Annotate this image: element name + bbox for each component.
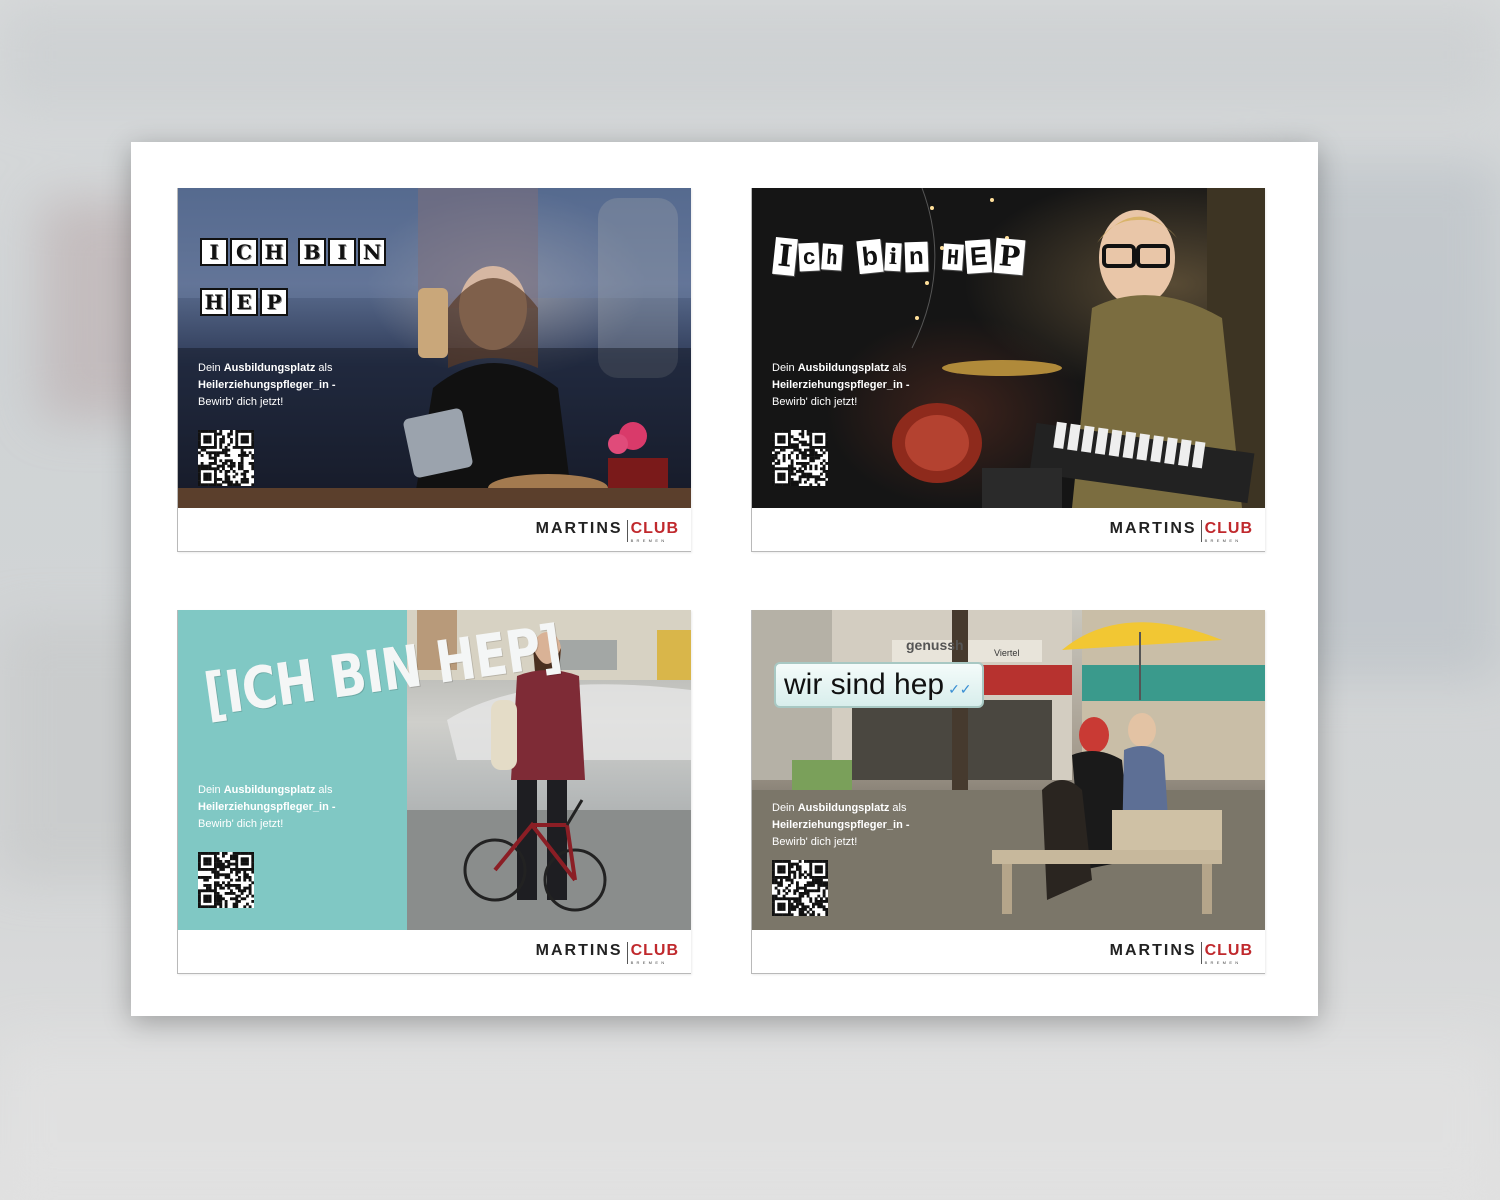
- tagline: Dein Ausbildungsplatz als Heilerziehungs…: [198, 782, 428, 833]
- tagline-part-a: Dein: [772, 362, 798, 374]
- tagline-part-c: als: [315, 784, 333, 796]
- tagline-line-3: Bewirb' dich jetzt!: [198, 396, 284, 408]
- music-stage-photo: I c h b i n H E P Dein Ausbildungsplatz …: [752, 188, 1265, 508]
- headline: wir sind hep: [784, 668, 945, 701]
- street-scene-illustration: [752, 610, 1265, 930]
- tagline-line-2: Heilerziehungspfleger_in -: [198, 801, 336, 813]
- card-footer: MARTINS CLUB BREMEN: [752, 508, 1265, 551]
- logo-club: CLUB: [1204, 520, 1253, 537]
- umbrella-street-photo: genussh Viertel wir sind hep ✓✓ Dein Ausb…: [752, 610, 1265, 930]
- card-footer: MARTINS CLUB BREMEN: [178, 930, 691, 973]
- headline-sticker-line-2: HEP: [200, 288, 288, 316]
- tagline-part-c: als: [889, 362, 907, 374]
- logo-divider: [626, 942, 628, 964]
- bicycle-street-photo: [ICH BIN HEP] Dein Ausbildungsplatz als …: [178, 610, 691, 930]
- poster-sheet: ICH BIN HEP Dein Ausbildungsplatz als He…: [131, 142, 1318, 1016]
- qr-code[interactable]: [772, 860, 828, 916]
- ad-card-bicycle: [ICH BIN HEP] Dein Ausbildungsplatz als …: [177, 610, 691, 974]
- qr-code[interactable]: [198, 430, 254, 486]
- headline-sticker-line-1: ICH BIN: [200, 238, 386, 266]
- ad-card-cafe: ICH BIN HEP Dein Ausbildungsplatz als He…: [177, 188, 691, 552]
- logo-martins: MARTINS: [535, 520, 623, 537]
- tagline-part-a: Dein: [772, 802, 798, 814]
- card-footer: MARTINS CLUB BREMEN: [178, 508, 691, 551]
- logo-club: CLUB: [630, 520, 679, 537]
- tagline-part-c: als: [315, 362, 333, 374]
- logo-club: CLUB: [1204, 942, 1253, 959]
- ad-card-music: I c h b i n H E P Dein Ausbildungsplatz …: [751, 188, 1265, 552]
- tagline-line-2: Heilerziehungspfleger_in -: [772, 379, 910, 391]
- logo-bremen: BREMEN: [630, 538, 668, 543]
- tagline-part-b: Ausbildungsplatz: [797, 362, 890, 374]
- shop-sign-district: Viertel: [994, 648, 1020, 658]
- music-scene-illustration: [892, 188, 1265, 508]
- tagline: Dein Ausbildungsplatz als Heilerziehungs…: [198, 360, 428, 411]
- logo-divider: [1200, 942, 1202, 964]
- cafe-window-photo: ICH BIN HEP Dein Ausbildungsplatz als He…: [178, 188, 691, 508]
- logo-club: CLUB: [630, 942, 679, 959]
- ransom-headline: I c h b i n H E P: [772, 236, 1026, 277]
- read-receipt-icon: ✓✓: [948, 681, 972, 697]
- logo-bremen: BREMEN: [1204, 960, 1242, 965]
- martins-club-logo: MARTINS CLUB BREMEN: [536, 942, 679, 965]
- martins-club-logo: MARTINS CLUB BREMEN: [1110, 520, 1253, 543]
- tagline-line-2: Heilerziehungspfleger_in -: [198, 379, 336, 391]
- martins-club-logo: MARTINS CLUB BREMEN: [1110, 942, 1253, 965]
- logo-divider: [1200, 520, 1202, 542]
- qr-code[interactable]: [772, 430, 828, 486]
- qr-code-pattern: [198, 852, 254, 908]
- tagline: Dein Ausbildungsplatz als Heilerziehungs…: [772, 800, 1002, 851]
- martins-club-logo: MARTINS CLUB BREMEN: [536, 520, 679, 543]
- shop-sign: genussh: [906, 637, 964, 653]
- qr-code-pattern: [198, 430, 254, 486]
- logo-bremen: BREMEN: [630, 960, 668, 965]
- tagline-line-3: Bewirb' dich jetzt!: [772, 836, 858, 848]
- tagline-part-a: Dein: [198, 784, 224, 796]
- logo-martins: MARTINS: [1109, 942, 1197, 959]
- tagline-line-3: Bewirb' dich jetzt!: [772, 396, 858, 408]
- cafe-scene-illustration: [178, 188, 691, 508]
- tagline-part-b: Ausbildungsplatz: [223, 362, 316, 374]
- logo-bremen: BREMEN: [1204, 538, 1242, 543]
- tagline-part-b: Ausbildungsplatz: [223, 784, 316, 796]
- logo-divider: [626, 520, 628, 542]
- logo-martins: MARTINS: [535, 942, 623, 959]
- tagline: Dein Ausbildungsplatz als Heilerziehungs…: [772, 360, 1002, 411]
- tagline-part-c: als: [889, 802, 907, 814]
- ad-card-umbrella: genussh Viertel wir sind hep ✓✓ Dein Ausb…: [751, 610, 1265, 974]
- chat-bubble-headline: wir sind hep ✓✓: [774, 662, 984, 708]
- tagline-line-2: Heilerziehungspfleger_in -: [772, 819, 910, 831]
- qr-code-pattern: [772, 860, 828, 916]
- card-footer: MARTINS CLUB BREMEN: [752, 930, 1265, 973]
- tagline-line-3: Bewirb' dich jetzt!: [198, 818, 284, 830]
- tagline-part-a: Dein: [198, 362, 224, 374]
- logo-martins: MARTINS: [1109, 520, 1197, 537]
- qr-code-pattern: [772, 430, 828, 486]
- qr-code[interactable]: [198, 852, 254, 908]
- tagline-part-b: Ausbildungsplatz: [797, 802, 890, 814]
